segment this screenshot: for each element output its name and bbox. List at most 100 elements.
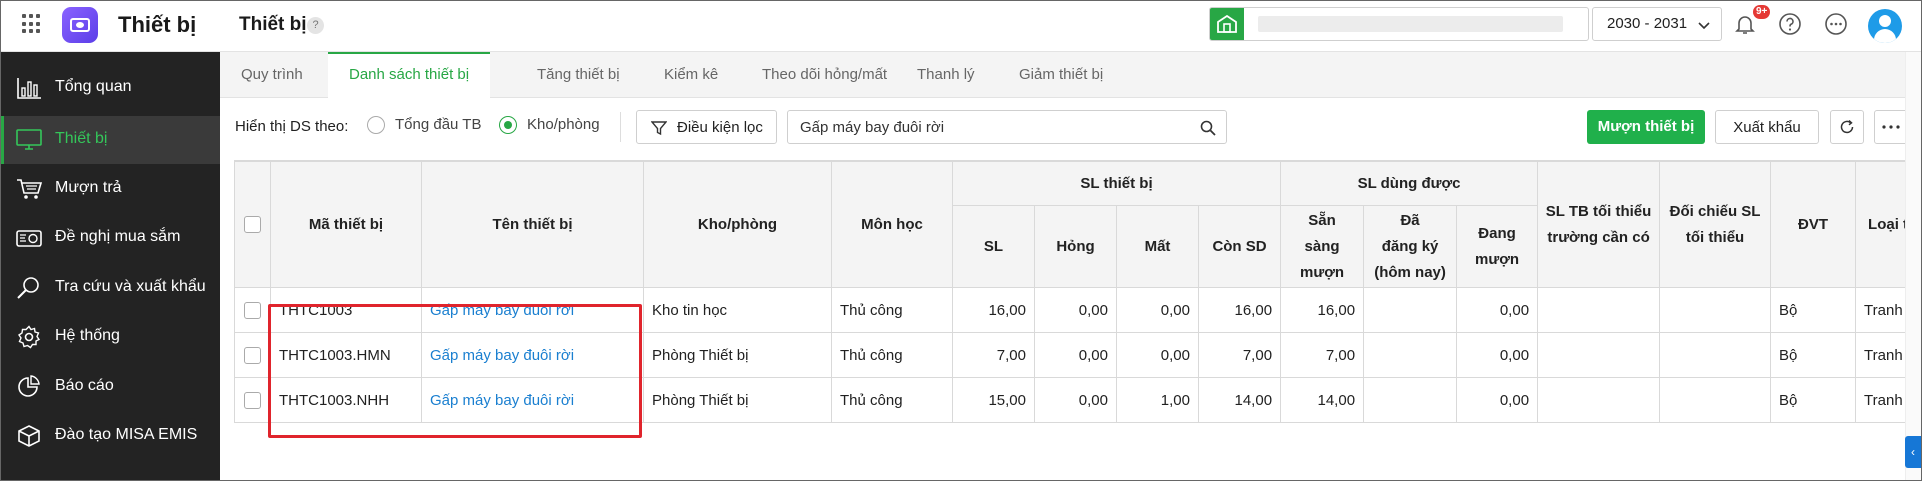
user-avatar[interactable]	[1868, 9, 1902, 43]
col-header-borrowing[interactable]: Đang mượn	[1456, 205, 1539, 288]
table-row[interactable]: THTC1003.NHH Gấp máy bay đuôi rời Phòng …	[234, 377, 1922, 423]
cell-lost: 0,00	[1116, 332, 1199, 378]
sidebar-item-training[interactable]: Đào tạo MISA EMIS	[0, 412, 220, 460]
radio-label: Tổng đầu TB	[395, 116, 482, 133]
col-header-lost[interactable]: Mất	[1116, 205, 1199, 288]
cell-compare	[1659, 332, 1772, 378]
gear-icon	[18, 325, 41, 349]
export-button[interactable]: Xuất khẩu	[1715, 110, 1819, 144]
search-icon	[17, 277, 39, 299]
col-header-registered[interactable]: Đã đăng ký (hôm nay)	[1363, 205, 1458, 288]
cell-unit: Bộ	[1770, 287, 1857, 333]
school-name-redacted	[1258, 16, 1563, 32]
col-header-ready[interactable]: Sẵn sàng mượn	[1280, 205, 1365, 288]
cell-subject: Thủ công	[831, 287, 953, 333]
cell-broken: 0,00	[1034, 287, 1117, 333]
right-gutter	[1905, 52, 1922, 481]
tab-liquidation[interactable]: Thanh lý	[896, 52, 996, 98]
sidebar-item-overview[interactable]: Tổng quan	[0, 64, 220, 112]
col-header-room[interactable]: Kho/phòng	[643, 161, 832, 288]
school-selector[interactable]	[1209, 7, 1589, 41]
purchase-request-icon	[16, 230, 42, 247]
cell-compare	[1659, 377, 1772, 423]
cell-room: Phòng Thiết bị	[643, 377, 832, 423]
row-checkbox[interactable]	[244, 301, 261, 319]
select-all-checkbox[interactable]	[244, 216, 261, 234]
page-help-icon[interactable]: ?	[307, 17, 324, 34]
sidebar-item-search-export[interactable]: Tra cứu và xuất khẩu	[0, 264, 220, 312]
cell-lost: 1,00	[1116, 377, 1199, 423]
school-year-select[interactable]: 2030 - 2031	[1592, 7, 1722, 41]
tab-damage-tracking[interactable]: Theo dõi hỏng/mất	[741, 52, 908, 98]
sidebar-item-label: Tổng quan	[55, 78, 132, 95]
col-header-name[interactable]: Tên thiết bị	[421, 161, 644, 288]
cell-borrowing: 0,00	[1456, 332, 1539, 378]
header-line: sàng	[1304, 237, 1340, 255]
row-checkbox[interactable]	[244, 346, 261, 364]
cell-min	[1537, 332, 1661, 378]
col-header-code[interactable]: Mã thiết bị	[270, 161, 422, 288]
borrow-equipment-button[interactable]: Mượn thiết bị	[1587, 110, 1705, 144]
cell-registered	[1363, 377, 1458, 423]
more-circle-icon[interactable]	[1824, 12, 1848, 36]
search-input[interactable]: Gấp máy bay đuôi rời	[787, 110, 1227, 144]
app-grid-icon[interactable]	[22, 14, 42, 34]
tab-bar: Quy trình Danh sách thiết bị Tăng thiết …	[220, 52, 1922, 98]
sidebar-item-system[interactable]: Hệ thống	[0, 313, 220, 361]
col-header-broken[interactable]: Hỏng	[1034, 205, 1117, 288]
cell-ready: 7,00	[1280, 332, 1365, 378]
filter-condition-label: Điều kiện lọc	[677, 119, 763, 136]
table-row[interactable]: THTC1003.HMN Gấp máy bay đuôi rời Phòng …	[234, 332, 1922, 378]
header-line: mượn	[1300, 263, 1345, 281]
school-year-value: 2030 - 2031	[1607, 15, 1688, 32]
more-options-button[interactable]	[1874, 110, 1908, 144]
cell-subject: Thủ công	[831, 377, 953, 423]
equipment-app-logo	[62, 7, 98, 43]
sidebar-item-label: Tra cứu và xuất khẩu	[55, 278, 206, 295]
sidebar-item-equipment[interactable]: Thiết bị	[0, 116, 220, 164]
row-checkbox[interactable]	[244, 391, 261, 409]
row-select-cell	[234, 332, 271, 378]
col-group-sl: SL thiết bị	[951, 161, 1282, 206]
filter-condition-button[interactable]: Điều kiện lọc	[636, 110, 777, 144]
cell-registered	[1363, 287, 1458, 333]
cell-name-link[interactable]: Gấp máy bay đuôi rời	[421, 377, 644, 423]
cell-name-link[interactable]: Gấp máy bay đuôi rời	[421, 332, 644, 378]
tab-reduce-equipment[interactable]: Giảm thiết bị	[998, 52, 1124, 98]
col-header-compare[interactable]: Đối chiếu SL tối thiểu	[1659, 161, 1772, 288]
sidebar-item-label: Đề nghị mua sắm	[55, 228, 181, 245]
tab-add-equipment[interactable]: Tăng thiết bị	[516, 52, 641, 98]
sidebar-item-label: Báo cáo	[55, 377, 114, 394]
radio-circle	[367, 116, 385, 134]
tab-process[interactable]: Quy trình	[220, 52, 324, 98]
filter-icon	[651, 121, 667, 136]
help-circle-icon[interactable]	[1778, 12, 1802, 36]
header-line: tối thiểu	[1685, 228, 1745, 246]
row-select-cell	[234, 287, 271, 333]
header-line: trường cần có	[1547, 228, 1650, 246]
tab-inventory[interactable]: Kiểm kê	[643, 52, 739, 98]
col-header-remaining[interactable]: Còn SD	[1197, 205, 1282, 288]
col-header-min[interactable]: SL TB tối thiểu trường cần có	[1537, 161, 1661, 288]
sidebar-item-label: Hệ thống	[55, 327, 120, 344]
table-row[interactable]: THTC1003 Gấp máy bay đuôi rời Kho tin họ…	[234, 287, 1922, 333]
col-header-subject[interactable]: Môn học	[831, 161, 953, 288]
refresh-button[interactable]	[1830, 110, 1864, 144]
col-header-sl[interactable]: SL	[952, 205, 1035, 288]
cell-name-link[interactable]: Gấp máy bay đuôi rời	[421, 287, 644, 333]
header-line: Đã	[1400, 211, 1420, 229]
cell-sl: 16,00	[952, 287, 1035, 333]
display-mode-label: Hiển thị DS theo:	[235, 118, 349, 135]
sidebar-item-reports[interactable]: Báo cáo	[0, 363, 220, 411]
collapse-panel-tab[interactable]: ‹	[1905, 436, 1921, 468]
col-header-unit[interactable]: ĐVT	[1770, 161, 1857, 288]
cell-sl: 7,00	[952, 332, 1035, 378]
sidebar-item-borrow-return[interactable]: Mượn trả	[0, 165, 220, 213]
app-name: Thiết bị	[118, 12, 197, 37]
tab-equipment-list[interactable]: Danh sách thiết bị	[328, 52, 491, 98]
sidebar-item-purchase-request[interactable]: Đề nghị mua sắm	[0, 214, 220, 262]
select-all-cell	[234, 161, 271, 288]
cell-unit: Bộ	[1770, 332, 1857, 378]
header-line: mượn	[1475, 250, 1520, 268]
search-icon[interactable]	[1200, 120, 1216, 136]
